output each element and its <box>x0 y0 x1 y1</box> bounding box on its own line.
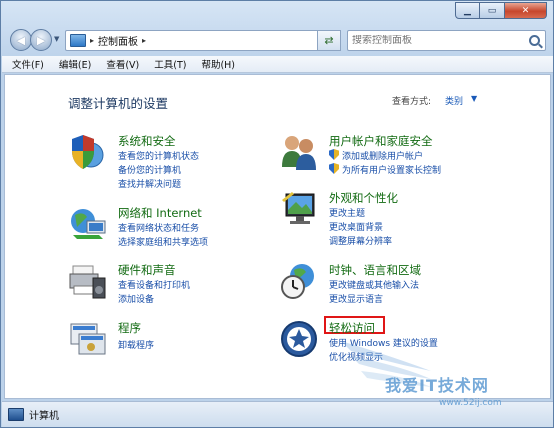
menu-edit[interactable]: 编辑(E) <box>59 57 91 71</box>
menu-help[interactable]: 帮助(H) <box>201 57 235 71</box>
category-title-clock-language[interactable]: 时钟、语言和区域 <box>329 262 421 278</box>
link-desktop-background[interactable]: 更改桌面背景 <box>329 220 383 233</box>
link-screen-resolution[interactable]: 调整屏幕分辨率 <box>329 234 392 247</box>
link-display-language[interactable]: 更改显示语言 <box>329 292 383 305</box>
category-title-user-accounts[interactable]: 用户帐户和家庭安全 <box>329 133 433 149</box>
refresh-icon: ⇄ <box>324 34 334 47</box>
forward-arrow-icon: ▶ <box>36 33 46 47</box>
category-title-ease-of-access[interactable]: 轻松访问 <box>329 320 375 336</box>
status-text: 计算机 <box>29 411 59 422</box>
programs-icon[interactable] <box>69 320 107 358</box>
breadcrumb-control-panel[interactable]: 控制面板 <box>98 33 138 48</box>
status-bar: 计算机 <box>2 401 553 427</box>
link-change-keyboard[interactable]: 更改键盘或其他输入法 <box>329 278 419 291</box>
content-pane: 调整计算机的设置 查看方式: 类别 ▼ 系统和安全 查看您的计算机状态 备份您的… <box>4 74 551 399</box>
category-title-hardware-sound[interactable]: 硬件和声音 <box>118 262 176 278</box>
link-devices-printers[interactable]: 查看设备和打印机 <box>118 278 190 291</box>
minimize-button[interactable]: ▁ <box>455 2 480 19</box>
category-appearance: 外观和个性化 更改主题 更改桌面背景 调整屏幕分辨率 <box>280 190 510 250</box>
link-backup-computer[interactable]: 备份您的计算机 <box>118 163 181 176</box>
control-panel-window: ▁ ▭ ✕ ◀ ▶ ▼ ▸ 控制面板 ▸ ⇄ 文件(F) 编辑(E) 查看(V)… <box>0 0 554 428</box>
link-add-remove-accounts[interactable]: 添加或删除用户帐户 <box>329 149 423 162</box>
search-input[interactable] <box>348 35 529 46</box>
recent-pages-dropdown[interactable]: ▼ <box>54 35 59 43</box>
link-network-status[interactable]: 查看网络状态和任务 <box>118 221 199 234</box>
back-arrow-icon: ◀ <box>16 33 26 47</box>
control-panel-icon <box>70 34 86 47</box>
breadcrumb-chevron-icon[interactable]: ▸ <box>142 36 146 45</box>
monitor-icon[interactable] <box>280 190 318 228</box>
users-icon[interactable] <box>280 133 318 171</box>
minimize-icon: ▁ <box>464 5 471 16</box>
category-user-accounts: 用户帐户和家庭安全 添加或删除用户帐户 为所有用户设置家长控制 <box>280 133 510 181</box>
address-bar[interactable]: ▸ 控制面板 ▸ <box>65 30 341 51</box>
chevron-down-icon[interactable]: ▼ <box>471 94 477 103</box>
search-icon[interactable] <box>529 35 540 46</box>
category-hardware-sound: 硬件和声音 查看设备和打印机 添加设备 <box>69 262 269 310</box>
link-view-computer-status[interactable]: 查看您的计算机状态 <box>118 149 199 162</box>
category-network-internet: 网络和 Internet 查看网络状态和任务 选择家庭组和共享选项 <box>69 205 269 253</box>
link-parental-controls[interactable]: 为所有用户设置家长控制 <box>329 163 441 176</box>
category-title-system-security[interactable]: 系统和安全 <box>118 133 176 149</box>
link-find-fix-problems[interactable]: 查找并解决问题 <box>118 177 181 190</box>
link-windows-recommended-settings[interactable]: 使用 Windows 建议的设置 <box>329 336 438 349</box>
back-button[interactable]: ◀ <box>10 29 32 51</box>
clock-globe-icon[interactable] <box>280 262 318 300</box>
link-add-device[interactable]: 添加设备 <box>118 292 154 305</box>
link-uninstall-program[interactable]: 卸载程序 <box>118 338 154 351</box>
navigation-row: ◀ ▶ ▼ ▸ 控制面板 ▸ ⇄ <box>7 27 547 53</box>
category-clock-language: 时钟、语言和区域 更改键盘或其他输入法 更改显示语言 <box>280 262 510 310</box>
menu-view[interactable]: 查看(V) <box>106 57 139 71</box>
close-icon: ✕ <box>521 5 530 16</box>
link-change-theme[interactable]: 更改主题 <box>329 206 365 219</box>
caption-buttons: ▁ ▭ ✕ <box>455 2 547 19</box>
menu-tools[interactable]: 工具(T) <box>154 57 186 71</box>
maximize-button[interactable]: ▭ <box>480 2 505 19</box>
page-title: 调整计算机的设置 <box>68 96 169 111</box>
view-by-label: 查看方式: <box>392 97 432 107</box>
link-homegroup-sharing[interactable]: 选择家庭组和共享选项 <box>118 235 208 248</box>
shield-globe-icon[interactable] <box>69 133 107 171</box>
maximize-icon: ▭ <box>487 5 497 16</box>
category-ease-of-access: 轻松访问 使用 Windows 建议的设置 优化视频显示 <box>280 316 510 368</box>
category-programs: 程序 卸载程序 <box>69 320 269 356</box>
view-by-dropdown[interactable]: 类别 <box>445 94 463 107</box>
category-title-appearance[interactable]: 外观和个性化 <box>329 190 398 206</box>
forward-button[interactable]: ▶ <box>30 29 52 51</box>
printer-speaker-icon[interactable] <box>69 262 107 300</box>
menu-bar: 文件(F) 编辑(E) 查看(V) 工具(T) 帮助(H) <box>2 56 553 73</box>
computer-icon <box>8 408 24 421</box>
category-title-network-internet[interactable]: 网络和 Internet <box>118 205 202 221</box>
close-button[interactable]: ✕ <box>505 2 547 19</box>
category-title-programs[interactable]: 程序 <box>118 320 141 336</box>
category-system-security: 系统和安全 查看您的计算机状态 备份您的计算机 查找并解决问题 <box>69 133 269 193</box>
search-box[interactable] <box>347 30 546 51</box>
menu-file[interactable]: 文件(F) <box>12 57 44 71</box>
breadcrumb-separator-icon[interactable]: ▸ <box>90 36 94 45</box>
network-globe-icon[interactable] <box>69 205 107 243</box>
refresh-button[interactable]: ⇄ <box>317 30 341 51</box>
ease-of-access-icon[interactable] <box>280 320 318 358</box>
link-optimize-video-display[interactable]: 优化视频显示 <box>329 350 383 363</box>
